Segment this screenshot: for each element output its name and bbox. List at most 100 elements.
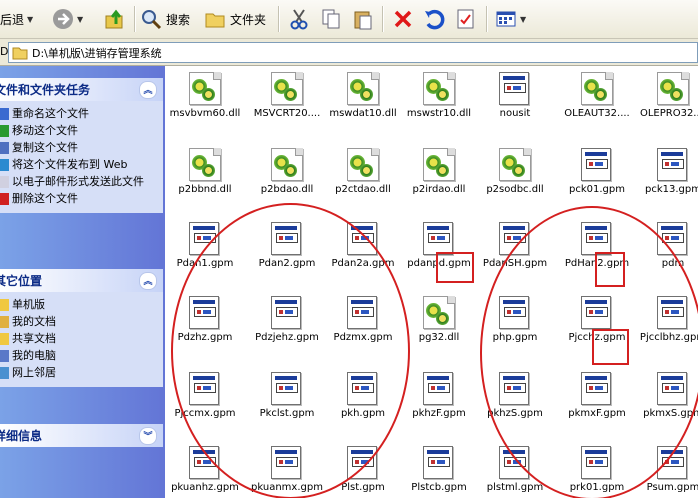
file-item[interactable]: MSVCRT20.... [247, 72, 327, 119]
file-item[interactable]: pck13.gpm [633, 148, 698, 195]
cut-button[interactable] [288, 5, 310, 33]
forward-arrow-icon [52, 8, 74, 30]
file-item[interactable]: OLEPRO32.... [633, 72, 698, 119]
folders-button[interactable]: 文件夹 [204, 5, 266, 33]
place-link[interactable]: 单机版 [0, 296, 163, 313]
file-tasks-header[interactable]: 文件和文件夹任务 ︽ [0, 78, 163, 101]
address-path: D:\单机版\进销存管理系统 [32, 46, 162, 60]
file-item[interactable]: OLEAUT32.... [557, 72, 637, 119]
task-link[interactable]: 删除这个文件 [0, 190, 163, 207]
link-label: 删除这个文件 [12, 192, 78, 205]
file-item[interactable]: pkhzF.gpm [399, 372, 479, 419]
file-name: nousit [499, 108, 531, 119]
place-link[interactable]: 我的文档 [0, 313, 163, 330]
email-icon [0, 176, 9, 188]
file-name: pkhzF.gpm [412, 408, 466, 419]
back-dropdown-icon[interactable]: ▼ [27, 15, 33, 24]
up-folder-icon [104, 8, 126, 30]
file-item[interactable]: p2bdao.dll [247, 148, 327, 195]
file-name: mswstr10.dll [406, 108, 472, 119]
link-label: 以电子邮件形式发送此文件 [12, 175, 144, 188]
other-places-header[interactable]: 其它位置 ︽ [0, 269, 163, 292]
copy-button[interactable] [320, 5, 342, 33]
place-link[interactable]: 共享文档 [0, 330, 163, 347]
folders-icon [204, 8, 226, 30]
views-icon [495, 8, 517, 30]
gpm-file-icon [581, 148, 613, 181]
folders-label: 文件夹 [230, 12, 267, 27]
network-icon [0, 367, 9, 379]
views-button[interactable]: ▼ [495, 5, 526, 33]
publish-web-icon [0, 159, 9, 171]
folder-icon [0, 299, 9, 311]
file-name: msvbvm60.dll [169, 108, 241, 119]
search-button[interactable]: 搜索 [140, 5, 190, 33]
task-link[interactable]: 以电子邮件形式发送此文件 [0, 173, 163, 190]
gpm-file-icon [423, 222, 455, 255]
file-item[interactable]: pck01.gpm [557, 148, 637, 195]
back-button[interactable]: 后退 ▼ [0, 5, 33, 33]
undo-button[interactable] [423, 5, 445, 33]
place-link[interactable]: 网上邻居 [0, 364, 163, 381]
file-name: OLEAUT32.... [564, 108, 630, 119]
annotation-ellipse-right [480, 206, 698, 498]
file-item[interactable]: p2bbnd.dll [165, 148, 245, 195]
link-label: 重命名这个文件 [12, 107, 89, 120]
file-name: p2sodbc.dll [486, 184, 544, 195]
properties-button[interactable] [455, 5, 477, 33]
computer-icon [0, 350, 9, 362]
collapse-chevron-icon[interactable]: ︽ [139, 80, 157, 99]
task-link[interactable]: 将这个文件发布到 Web [0, 156, 163, 173]
file-view: msvbvm60.dll MSVCRT20.... mswdat10.dll msws… [165, 66, 698, 498]
task-pane: 文件和文件夹任务 ︽ 重命名这个文件移动这个文件复制这个文件将这个文件发布到 W… [0, 66, 165, 498]
paste-icon [352, 8, 374, 30]
file-item[interactable]: mswdat10.dll [323, 72, 403, 119]
address-input[interactable]: D:\单机版\进销存管理系统 [8, 42, 698, 63]
search-label: 搜索 [166, 12, 191, 27]
file-name: p2ctdao.dll [335, 184, 391, 195]
file-item[interactable]: pg32.dll [399, 296, 479, 343]
file-tasks-list: 重命名这个文件移动这个文件复制这个文件将这个文件发布到 Web 以电子邮件形式发送… [0, 101, 163, 213]
copy-icon [0, 142, 9, 154]
up-folder-button[interactable] [104, 5, 126, 33]
file-item[interactable]: msvbvm60.dll [165, 72, 245, 119]
file-name: mswdat10.dll [329, 108, 397, 119]
toolbar: 后退 ▼ ▼ 搜索 文件夹 ▼ [0, 0, 698, 39]
forward-button[interactable]: ▼ [52, 5, 83, 33]
dll-file-icon [657, 72, 689, 105]
dll-file-icon [423, 72, 455, 105]
file-name: p2irdao.dll [412, 184, 466, 195]
collapse-chevron-icon[interactable]: ︽ [139, 271, 157, 290]
forward-dropdown-icon[interactable]: ▼ [77, 15, 83, 24]
link-label: 单机版 [12, 298, 45, 311]
file-item[interactable]: p2irdao.dll [399, 148, 479, 195]
file-item[interactable]: mswstr10.dll [399, 72, 479, 119]
file-item[interactable]: nousit [475, 72, 555, 119]
copy-icon [320, 8, 342, 30]
file-item[interactable]: p2ctdao.dll [323, 148, 403, 195]
file-name: pkuanhz.gpm [171, 482, 239, 493]
file-item[interactable]: p2sodbc.dll [475, 148, 555, 195]
link-label: 复制这个文件 [12, 141, 78, 154]
properties-icon [455, 8, 477, 30]
place-link[interactable]: 我的电脑 [0, 347, 163, 364]
details-panel: 详细信息 ︾ [0, 424, 163, 447]
other-places-panel: 其它位置 ︽ 单机版我的文档 共享文档 我的电脑 网上邻居 [0, 269, 163, 387]
annotation-box [595, 252, 625, 287]
task-link[interactable]: 移动这个文件 [0, 122, 163, 139]
expand-chevron-icon[interactable]: ︾ [139, 426, 157, 445]
move-icon [0, 125, 9, 137]
paste-button[interactable] [352, 5, 374, 33]
details-header[interactable]: 详细信息 ︾ [0, 424, 163, 447]
delete-icon [0, 193, 9, 205]
delete-button[interactable] [392, 5, 414, 33]
undo-icon [423, 8, 445, 30]
dll-file-icon [271, 72, 303, 105]
gpm-file-icon [423, 446, 455, 479]
task-link[interactable]: 复制这个文件 [0, 139, 163, 156]
views-dropdown-icon[interactable]: ▼ [520, 15, 526, 24]
task-link[interactable]: 重命名这个文件 [0, 105, 163, 122]
rename-icon [0, 108, 9, 120]
search-icon [140, 8, 162, 30]
file-item[interactable]: Plstcb.gpm [399, 446, 479, 493]
